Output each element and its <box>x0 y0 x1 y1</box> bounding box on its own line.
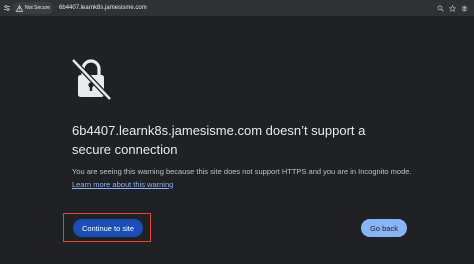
toolbar-right-icons <box>437 4 468 12</box>
profile-icon[interactable] <box>461 4 468 12</box>
warning-explanation: You are seeing this warning because this… <box>72 166 412 191</box>
zoom-icon[interactable] <box>437 5 444 12</box>
star-icon[interactable] <box>449 4 456 12</box>
browser-toolbar: Not Secure 6b4407.learnk8s.jamesisme.com <box>0 0 474 16</box>
security-chip[interactable]: Not Secure <box>13 2 54 14</box>
broken-lock-icon <box>71 58 112 101</box>
page-heading: 6b4407.learnk8s.jamesisme.com doesn’t su… <box>72 123 366 157</box>
address-bar-url[interactable]: 6b4407.learnk8s.jamesisme.com <box>59 5 147 11</box>
tune-icon[interactable] <box>3 4 11 12</box>
learn-more-link[interactable]: Learn more about this warning <box>72 180 173 189</box>
go-back-button[interactable]: Go back <box>361 219 407 237</box>
warning-icon <box>16 4 23 12</box>
explanation-text: You are seeing this warning because this… <box>72 167 412 176</box>
security-status-label: Not Secure <box>25 5 51 11</box>
continue-to-site-button[interactable]: Continue to site <box>73 219 143 237</box>
